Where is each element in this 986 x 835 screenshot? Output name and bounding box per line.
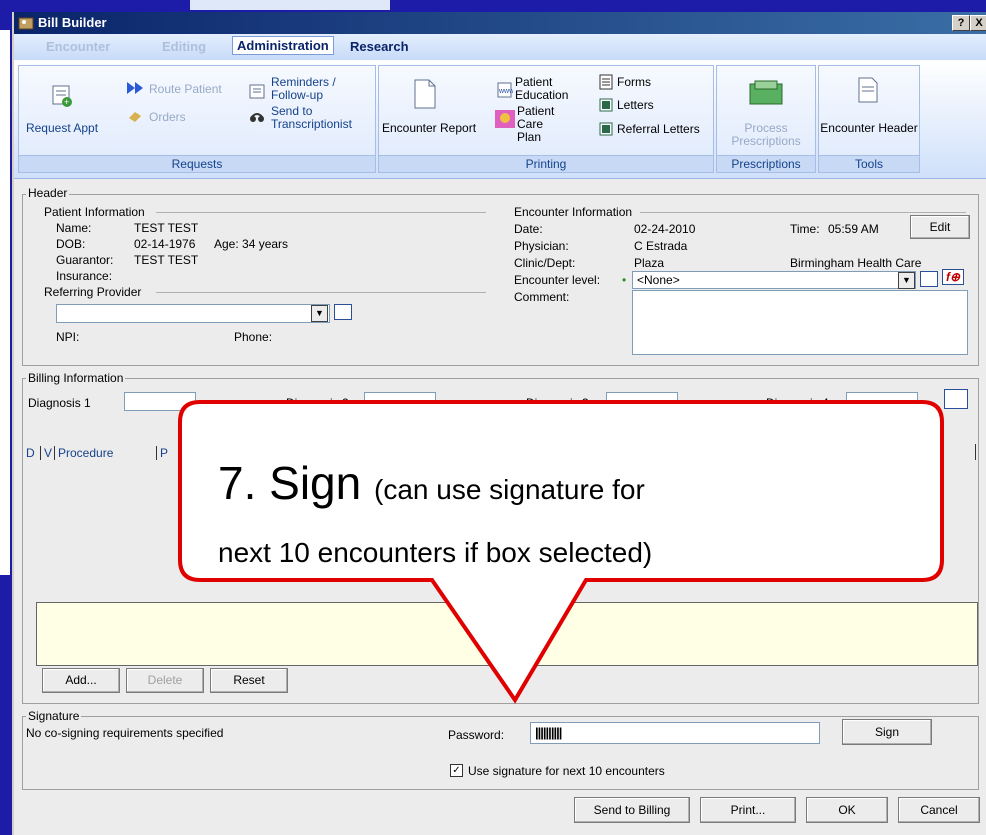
- callout-line-1: 7. Sign (can use signature for: [218, 456, 645, 510]
- callout-bubble: [178, 400, 944, 704]
- callout-step: 7. Sign: [218, 457, 362, 509]
- callout-note: (can use signature for: [374, 474, 645, 505]
- callout-line-2: next 10 encounters if box selected): [218, 537, 653, 568]
